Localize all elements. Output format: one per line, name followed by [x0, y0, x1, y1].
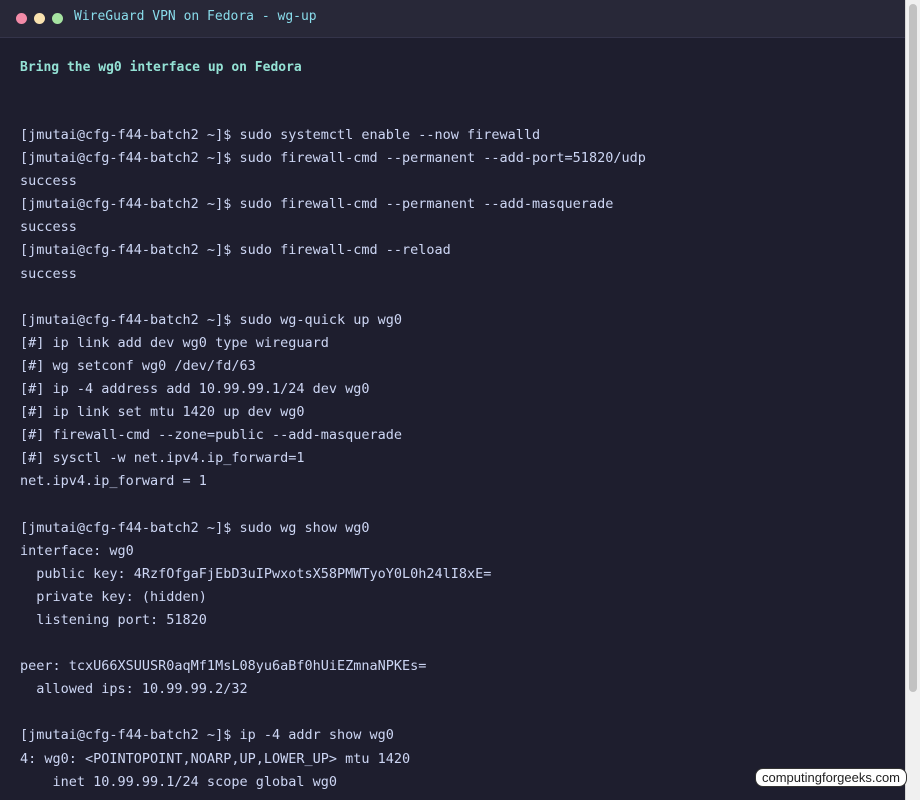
- terminal-line: public key: 4RzfOfgaFjEbD3uIPwxotsX58PMW…: [20, 565, 492, 582]
- terminal-line: [jmutai@cfg-f44-batch2 ~]$ sudo wg show …: [20, 519, 370, 536]
- window-title: WireGuard VPN on Fedora - wg-up: [74, 9, 317, 24]
- terminal-line: net.ipv4.ip_forward = 1: [20, 473, 207, 490]
- terminal-line: [#] sysctl -w net.ipv4.ip_forward=1: [20, 450, 305, 467]
- terminal-line: interface: wg0: [20, 542, 134, 559]
- terminal-line: [jmutai@cfg-f44-batch2 ~]$ sudo firewall…: [20, 242, 451, 259]
- scrollbar-thumb[interactable]: [909, 4, 917, 692]
- section-heading: Bring the wg0 interface up on Fedora: [20, 60, 302, 75]
- terminal-line: success: [20, 265, 77, 282]
- terminal-line: [jmutai@cfg-f44-batch2 ~]$ sudo firewall…: [20, 196, 614, 213]
- maximize-dot-icon[interactable]: [52, 13, 63, 24]
- terminal-line: [#] ip link add dev wg0 type wireguard: [20, 334, 329, 351]
- title-bar: WireGuard VPN on Fedora - wg-up: [0, 0, 906, 38]
- terminal-line: listening port: 51820: [20, 611, 207, 628]
- terminal-line: peer: tcxU66XSUUSR0aqMf1MsL08yu6aBf0hUiE…: [20, 658, 427, 675]
- terminal-line: success: [20, 173, 77, 190]
- terminal-line: private key: (hidden): [20, 588, 207, 605]
- terminal-line: [jmutai@cfg-f44-batch2 ~]$ sudo systemct…: [20, 127, 541, 143]
- minimize-dot-icon[interactable]: [34, 13, 45, 24]
- terminal-line: [#] ip -4 address add 10.99.99.1/24 dev …: [20, 381, 370, 398]
- terminal-line: allowed ips: 10.99.99.2/32: [20, 681, 248, 698]
- close-dot-icon[interactable]: [16, 13, 27, 24]
- vertical-scrollbar[interactable]: [905, 0, 920, 800]
- terminal-line: [jmutai@cfg-f44-batch2 ~]$ sudo wg-quick…: [20, 311, 403, 328]
- terminal-line: [jmutai@cfg-f44-batch2 ~]$ ip -4 addr sh…: [20, 727, 394, 744]
- terminal-line: [#] wg setconf wg0 /dev/fd/63: [20, 357, 256, 374]
- terminal-line: success: [20, 219, 77, 236]
- terminal-output: [jmutai@cfg-f44-batch2 ~]$ sudo systemct…: [20, 124, 900, 794]
- terminal-content: Bring the wg0 interface up on Fedora [jm…: [20, 56, 900, 794]
- terminal-line: [jmutai@cfg-f44-batch2 ~]$ sudo firewall…: [20, 150, 646, 167]
- terminal-line: [#] ip link set mtu 1420 up dev wg0: [20, 404, 305, 421]
- terminal-line: [#] firewall-cmd --zone=public --add-mas…: [20, 427, 403, 444]
- watermark-label: computingforgeeks.com: [755, 768, 908, 787]
- terminal-window: WireGuard VPN on Fedora - wg-up Bring th…: [0, 0, 920, 800]
